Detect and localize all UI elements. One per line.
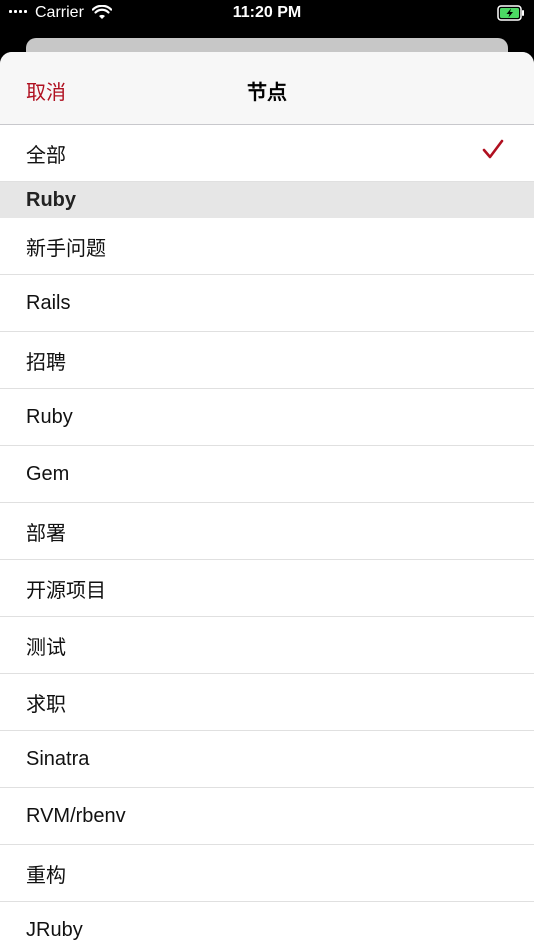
list-item[interactable]: 开源项目 (0, 560, 534, 617)
list-item-label: RVM/rbenv (26, 804, 126, 827)
list-item[interactable]: 求职 (0, 674, 534, 731)
list-item-label: 招聘 (26, 351, 66, 374)
list-item[interactable]: JRuby (0, 902, 534, 950)
list-item[interactable]: RVM/rbenv (0, 788, 534, 845)
list-item-label: 测试 (26, 636, 66, 659)
section-header-ruby: Ruby (0, 182, 534, 218)
status-time: 11:20 PM (232, 4, 302, 21)
node-list: 新手问题 Rails 招聘 Ruby Gem 部署开源项目测试求职 Sinatra RVM/r… (0, 218, 534, 950)
list-item-label: 全部 (26, 144, 66, 167)
battery-charging-icon (497, 5, 525, 26)
navigation-bar: 取消 节点 (0, 52, 534, 125)
checkmark-icon (482, 139, 504, 167)
node-picker-sheet: 取消 节点 全部 Ruby 新手问题 Rails 招聘 Ruby Gem 部署开源项目测试… (0, 52, 534, 950)
list-item[interactable]: 重构 (0, 845, 534, 902)
list-item-label: 重构 (26, 864, 66, 887)
list-item[interactable]: Ruby (0, 389, 534, 446)
list-item[interactable]: Gem (0, 446, 534, 503)
list-item-label: 新手问题 (26, 237, 106, 260)
list-item[interactable]: 部署 (0, 503, 534, 560)
list-item-label: Rails (26, 291, 71, 314)
list-item[interactable]: 新手问题 (0, 218, 534, 275)
list-item-label: 部署 (26, 522, 66, 545)
list-item-label: Ruby (26, 405, 73, 428)
list-item[interactable]: Sinatra (0, 731, 534, 788)
list-item[interactable]: Rails (0, 275, 534, 332)
status-bar: Carrier 11:20 PM (0, 0, 534, 30)
list-item-label: 开源项目 (26, 579, 106, 602)
list-item-label: JRuby (26, 918, 83, 941)
list-item[interactable]: 测试 (0, 617, 534, 674)
list-item[interactable]: 招聘 (0, 332, 534, 389)
list-item-label: Sinatra (26, 747, 90, 770)
list-item-label: Gem (26, 462, 70, 485)
list-item-all[interactable]: 全部 (0, 125, 534, 182)
page-title: 节点 (247, 82, 287, 104)
list-item-label: 求职 (26, 693, 66, 716)
